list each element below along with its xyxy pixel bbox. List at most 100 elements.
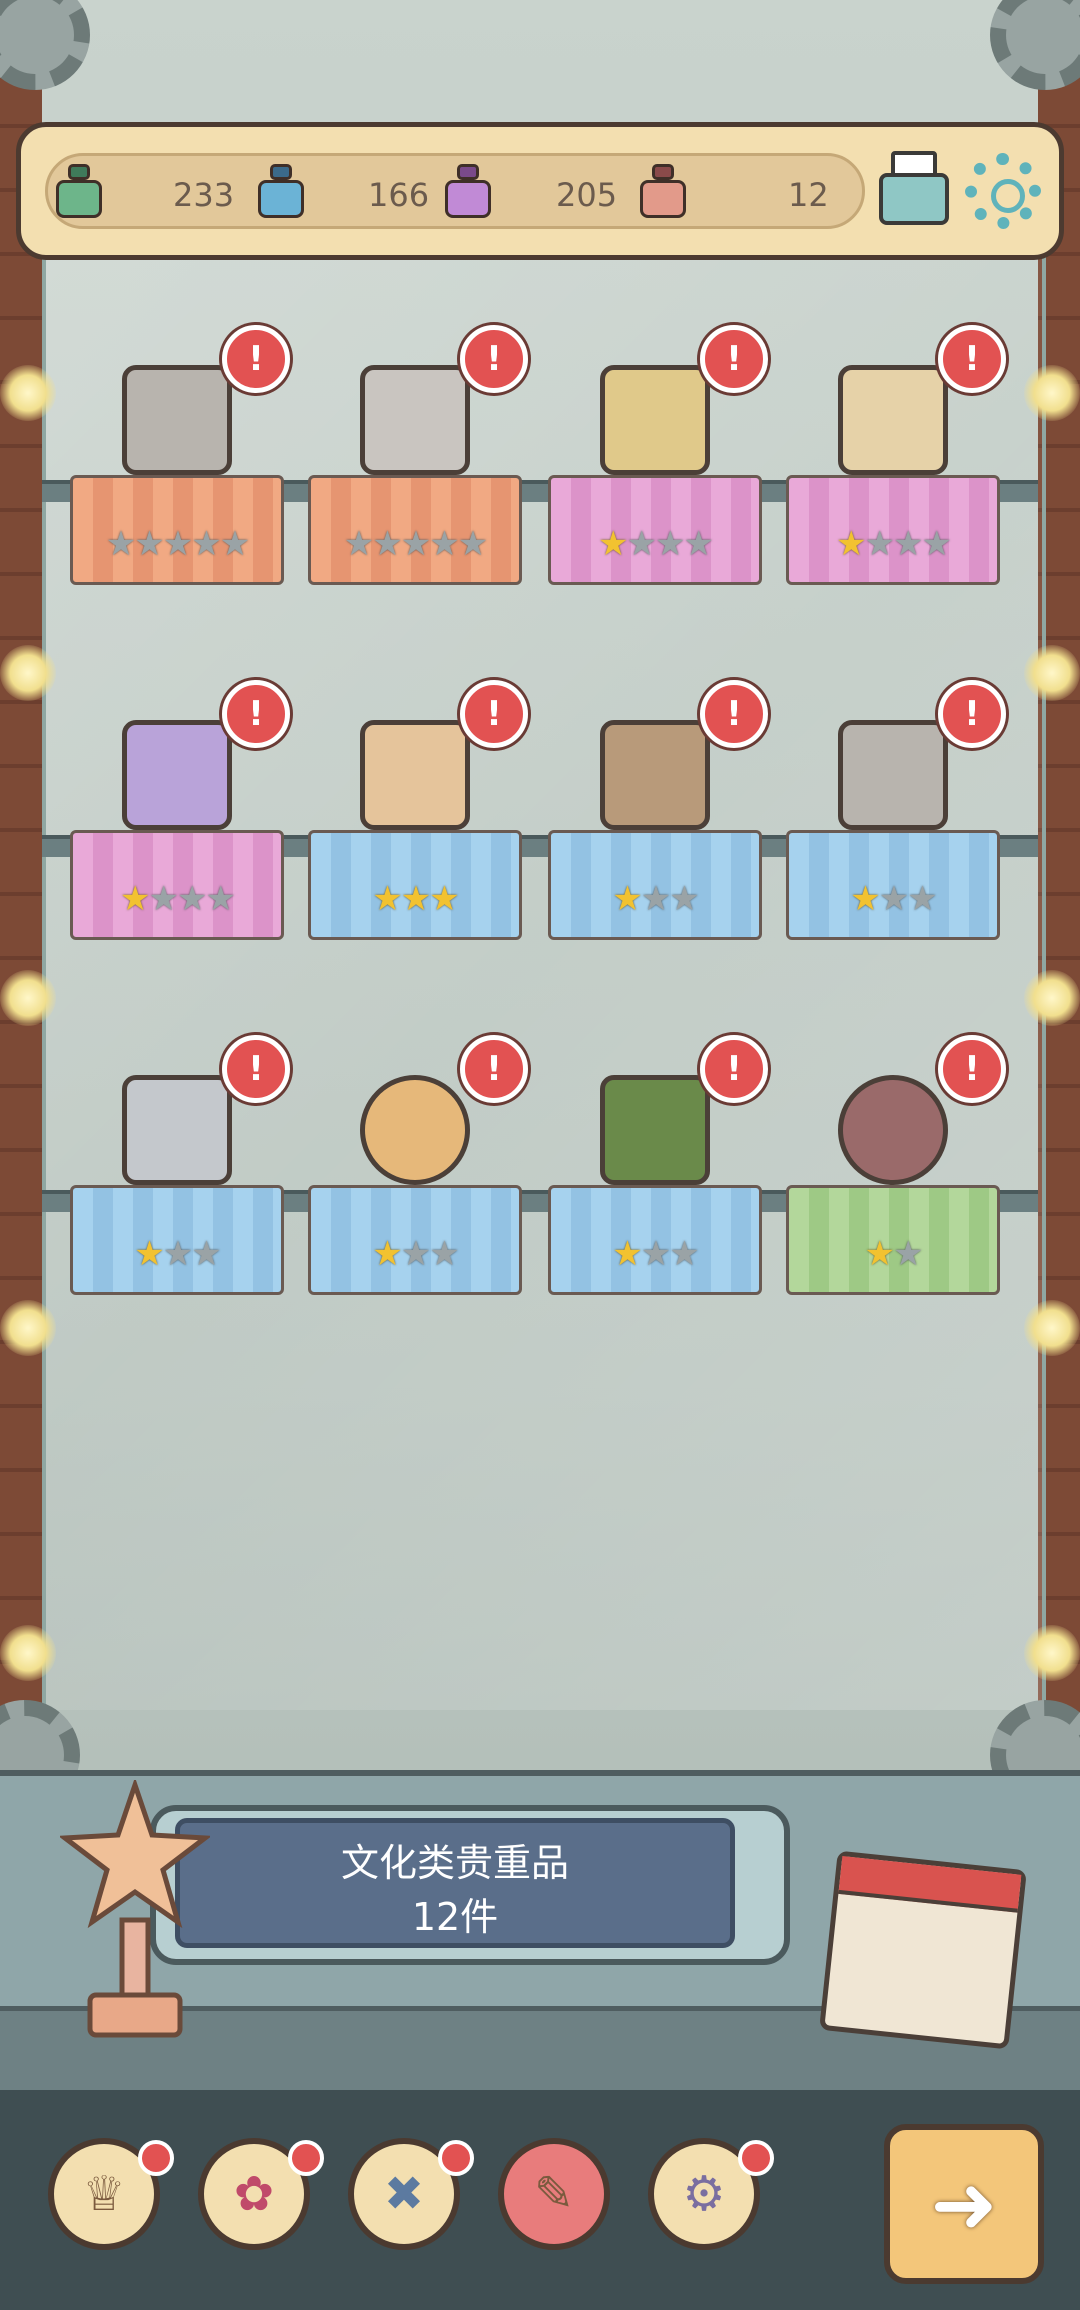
- star-empty-icon: ★: [162, 1234, 194, 1274]
- resource-ink-blue[interactable]: [256, 164, 306, 220]
- ink-bottle-purple-icon: [443, 164, 493, 220]
- arrow-right-icon: ➜: [930, 2157, 998, 2251]
- star-empty-icon: ★: [640, 1234, 672, 1274]
- resource-ink-red[interactable]: [638, 164, 688, 220]
- star-empty-icon: ★: [669, 1234, 700, 1274]
- star-empty-icon: ★: [400, 1234, 432, 1274]
- star-empty-icon: ★: [655, 524, 686, 564]
- star-empty-icon: ★: [878, 879, 910, 919]
- star-empty-icon: ★: [669, 879, 700, 919]
- star-filled-icon: ★: [120, 879, 151, 919]
- ink-bottle-red-icon: [638, 164, 688, 220]
- star-empty-icon: ★: [457, 524, 489, 564]
- star-rating: ★★: [789, 1234, 997, 1274]
- star-rating: ★★★★: [551, 524, 759, 564]
- mail-icon[interactable]: [879, 151, 949, 231]
- settings-gear-icon[interactable]: [965, 153, 1041, 229]
- star-empty-icon: ★: [191, 524, 222, 564]
- lamp-icon: [1024, 1625, 1080, 1681]
- category-count: 12件: [411, 1895, 499, 1939]
- lamp-icon: [0, 1300, 56, 1356]
- lamp-icon: [0, 970, 56, 1026]
- calendar-icon[interactable]: [819, 1850, 1027, 2050]
- left-frame: [0, 0, 42, 1850]
- notification-badge: [138, 2140, 174, 2176]
- star-empty-icon: ★: [921, 524, 952, 564]
- star-rating: ★★★★: [73, 879, 281, 919]
- star-empty-icon: ★: [893, 524, 924, 564]
- star-empty-icon: ★: [205, 879, 236, 919]
- alert-badge-icon[interactable]: !: [222, 1035, 290, 1103]
- star-filled-icon: ★: [598, 524, 629, 564]
- star-filled-icon: ★: [429, 879, 460, 919]
- star-empty-icon: ★: [177, 879, 208, 919]
- star-rating: ★★★★★: [311, 524, 519, 564]
- trophy-icon: ♕: [82, 2166, 126, 2222]
- star-empty-icon: ★: [134, 524, 165, 564]
- resource-ink-purple[interactable]: [443, 164, 493, 220]
- alert-badge-icon[interactable]: !: [700, 680, 768, 748]
- star-empty-icon: ★: [219, 524, 251, 564]
- lamp-icon: [1024, 645, 1080, 701]
- alert-badge-icon[interactable]: !: [938, 680, 1006, 748]
- resource-ink-green[interactable]: [54, 164, 104, 220]
- next-button[interactable]: ➜: [884, 2124, 1044, 2284]
- star-rating: ★★★: [311, 879, 519, 919]
- star-rating: ★★★: [73, 1234, 281, 1274]
- resource-value-3: 205: [556, 176, 618, 214]
- rose-icon: ✿: [233, 2166, 275, 2222]
- star-rating: ★★★★★: [73, 524, 281, 564]
- lamp-icon: [1024, 365, 1080, 421]
- alert-badge-icon[interactable]: !: [938, 325, 1006, 393]
- alert-badge-icon[interactable]: !: [700, 1035, 768, 1103]
- star-empty-icon: ★: [148, 879, 180, 919]
- alert-badge-icon[interactable]: !: [222, 680, 290, 748]
- notification-badge: [438, 2140, 474, 2176]
- star-empty-icon: ★: [400, 524, 432, 564]
- resource-bar: 233 166 205 12: [16, 122, 1064, 260]
- alert-badge-icon[interactable]: !: [222, 325, 290, 393]
- star-empty-icon: ★: [893, 1234, 924, 1274]
- star-filled-icon: ★: [400, 879, 432, 919]
- nav-quill-scroll-button[interactable]: ✎: [498, 2138, 610, 2250]
- star-trophy-icon[interactable]: [60, 1780, 210, 2040]
- notification-badge: [288, 2140, 324, 2176]
- star-empty-icon: ★: [429, 1234, 460, 1274]
- alert-badge-icon[interactable]: !: [460, 1035, 528, 1103]
- alert-badge-icon[interactable]: !: [460, 680, 528, 748]
- alert-badge-icon[interactable]: !: [938, 1035, 1006, 1103]
- resource-value-4: 12: [788, 176, 829, 214]
- star-empty-icon: ★: [640, 879, 672, 919]
- star-filled-icon: ★: [372, 879, 403, 919]
- notification-badge: [738, 2140, 774, 2176]
- star-empty-icon: ★: [105, 524, 137, 564]
- ink-bottle-green-icon: [54, 164, 104, 220]
- ink-bottle-blue-icon: [256, 164, 306, 220]
- category-title: 文化类贵重品: [340, 1841, 569, 1885]
- resource-track: 233 166 205 12: [45, 153, 865, 229]
- bone-icon: ✖: [383, 2166, 425, 2222]
- star-empty-icon: ★: [162, 524, 194, 564]
- star-empty-icon: ★: [343, 524, 375, 564]
- star-filled-icon: ★: [850, 879, 881, 919]
- quill-scroll-icon: ✎: [533, 2166, 575, 2222]
- alert-badge-icon[interactable]: !: [460, 325, 528, 393]
- star-filled-icon: ★: [864, 1234, 896, 1274]
- star-rating: ★★★: [311, 1234, 519, 1274]
- star-filled-icon: ★: [836, 524, 867, 564]
- lamp-icon: [0, 1625, 56, 1681]
- lamp-icon: [0, 365, 56, 421]
- star-empty-icon: ★: [864, 524, 896, 564]
- gear-icon: ⚙: [682, 2166, 726, 2222]
- star-filled-icon: ★: [612, 879, 643, 919]
- lamp-icon: [0, 645, 56, 701]
- star-empty-icon: ★: [683, 524, 714, 564]
- star-filled-icon: ★: [134, 1234, 165, 1274]
- lamp-icon: [1024, 1300, 1080, 1356]
- star-empty-icon: ★: [191, 1234, 222, 1274]
- star-filled-icon: ★: [612, 1234, 643, 1274]
- alert-badge-icon[interactable]: !: [700, 325, 768, 393]
- star-rating: ★★★: [551, 879, 759, 919]
- star-filled-icon: ★: [372, 1234, 403, 1274]
- star-rating: ★★★: [551, 1234, 759, 1274]
